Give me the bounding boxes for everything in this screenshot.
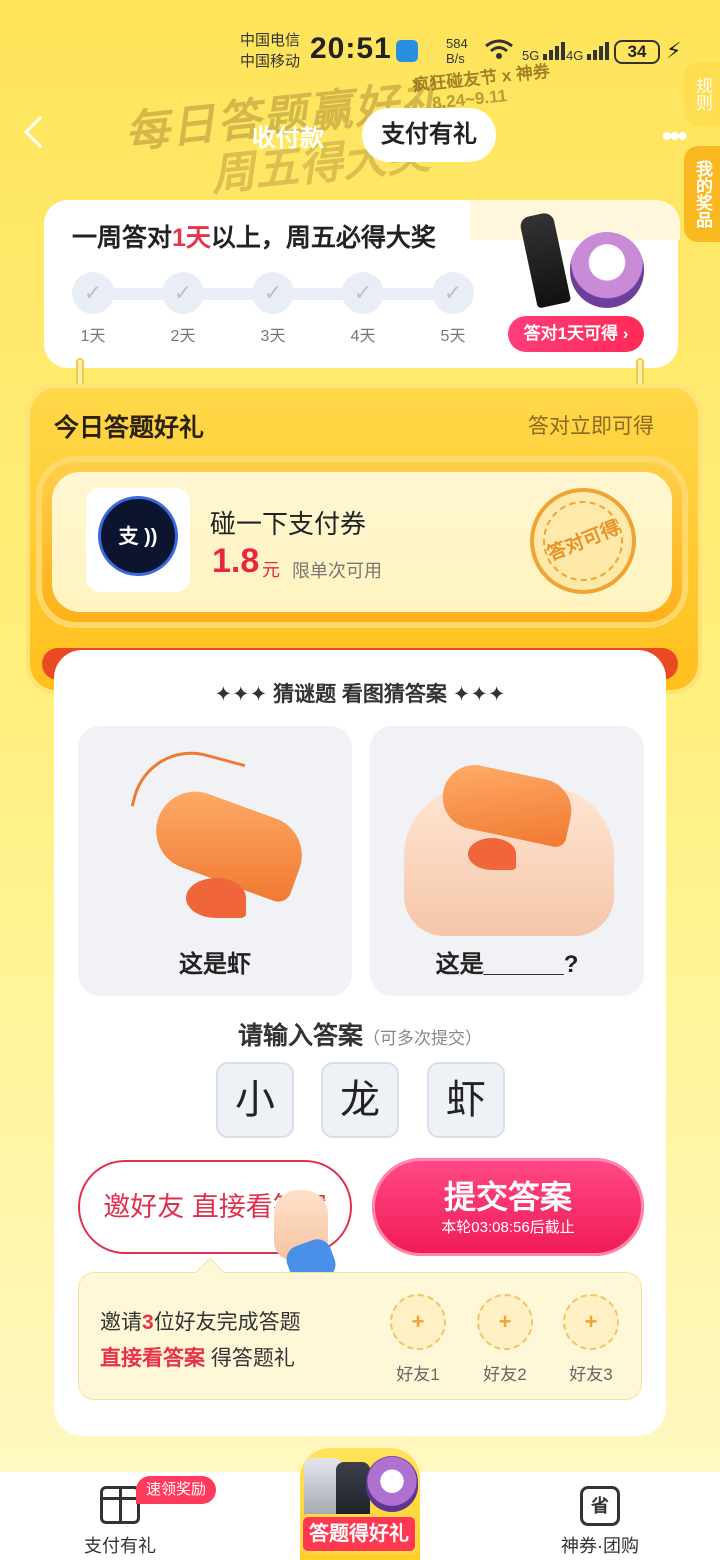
net-speed-value: 584: [446, 36, 468, 51]
week-title-highlight: 1天: [172, 224, 211, 252]
back-button[interactable]: [18, 112, 58, 156]
nav-coupon-group[interactable]: 神券·团购: [540, 1532, 660, 1558]
signal-4g-icon: 4G: [566, 40, 609, 63]
quiz-caption-left: 这是虾: [179, 951, 251, 978]
week-card-tab: [470, 200, 680, 240]
coupon-icon[interactable]: 省: [580, 1486, 620, 1526]
alipay-tap-icon: 支 )): [98, 496, 178, 576]
charging-icon: ⚡: [666, 38, 682, 63]
my-prizes-button[interactable]: 我的奖品: [684, 146, 720, 242]
nav-badge: 速领奖励: [136, 1476, 217, 1504]
answer-char-2[interactable]: 龙: [321, 1062, 399, 1138]
submit-deadline: 本轮03:08:56后截止: [441, 1219, 575, 1236]
friend-label-3: 好友3: [569, 1365, 613, 1384]
more-button[interactable]: •••: [662, 120, 687, 152]
friend-slot-3[interactable]: +: [563, 1294, 619, 1350]
coupon-limit: 限单次可用: [292, 561, 382, 581]
quiz-caption-right: 这是______?: [435, 951, 579, 978]
shrimp-antenna: [130, 738, 246, 832]
carrier-labels: 中国电信 中国移动: [240, 30, 300, 72]
day-1-label: 1天: [80, 328, 106, 345]
gift-icon[interactable]: [100, 1486, 140, 1524]
shrimp-in-hands-tail: [468, 838, 516, 870]
carrier-2: 中国移动: [240, 53, 301, 70]
friend-label-1: 好友1: [396, 1365, 440, 1384]
day-4-label: 4天: [350, 328, 376, 345]
answer-char-3[interactable]: 虾: [427, 1062, 505, 1138]
day-2-check-icon: ✓: [162, 272, 204, 314]
net-speed: 584 B/s: [446, 36, 468, 66]
invite-line-2-suffix: 得答题礼: [205, 1347, 295, 1370]
invite-line-2: 直接看答案 得答题礼: [100, 1342, 295, 1372]
day-2-label: 2天: [170, 328, 196, 345]
friend-label-2: 好友2: [483, 1365, 527, 1384]
reward-title: 今日答题好礼: [54, 414, 205, 442]
invite-count: 3: [142, 1311, 154, 1334]
day-5-label: 5天: [440, 328, 466, 345]
day-3-check-icon: ✓: [252, 272, 294, 314]
prize-tag-button[interactable]: 答对1天可得 ›: [508, 316, 644, 352]
week-title-suffix: 以上，周五必得大奖: [210, 224, 436, 252]
submit-answer-label: 提交答案: [443, 1179, 572, 1215]
rules-button[interactable]: 规则: [684, 62, 720, 126]
status-bar: 中国电信 中国移动 20:51 584 B/s 5G 4G 34 ⚡: [0, 0, 720, 76]
shrimp-tail-icon: [186, 878, 246, 918]
tab-pay[interactable]: 收付款: [252, 118, 324, 153]
coupon-name: 碰一下支付券: [210, 509, 367, 539]
day-3-label: 3天: [260, 328, 286, 345]
day-4-check-icon: ✓: [342, 272, 384, 314]
carrier-1: 中国电信: [240, 32, 301, 49]
quiz-header: ✦✦✦ 猜谜题 看图猜答案 ✦✦✦: [214, 683, 506, 706]
kuromi-prize-image: [570, 232, 644, 308]
invite-line-1-suffix: 位好友完成答题: [153, 1311, 301, 1334]
more-dots-icon: •••: [662, 120, 687, 151]
invite-line-1-prefix: 邀请: [100, 1311, 142, 1334]
nav-pay-gift[interactable]: 支付有礼: [60, 1532, 180, 1558]
day-5-check-icon: ✓: [432, 272, 474, 314]
invite-line-2-highlight: 直接看答案: [100, 1347, 205, 1370]
doll-prize-image: [366, 1456, 418, 1512]
coupon-unit: 元: [262, 560, 280, 580]
answer-prompt: 请输入答案（可多次提交）: [54, 1016, 666, 1052]
net-speed-unit: B/s: [446, 51, 465, 66]
chevron-left-icon: [23, 116, 42, 148]
notification-app-icon: [396, 40, 418, 62]
coupon-amount: 1.8: [212, 542, 260, 580]
answer-prompt-label: 请输入答案: [237, 1022, 363, 1050]
answer-prompt-hint: （可多次提交）: [363, 1029, 482, 1048]
invite-line-1: 邀请3位好友完成答题: [100, 1306, 301, 1336]
friend-slot-1[interactable]: +: [390, 1294, 446, 1350]
answer-char-1[interactable]: 小: [216, 1062, 294, 1138]
alipay-logo-text: 支: [118, 526, 139, 548]
friend-slot-2[interactable]: +: [477, 1294, 533, 1350]
day-1-check-icon: ✓: [72, 272, 114, 314]
nav-quiz-gift[interactable]: 答题得好礼: [300, 1514, 418, 1554]
battery-icon: 34: [614, 40, 660, 64]
week-title-prefix: 一周答对: [72, 224, 173, 252]
tab-gift[interactable]: 支付有礼: [362, 108, 496, 162]
signal-4g-label: 4G: [566, 48, 584, 63]
status-clock: 20:51: [310, 32, 392, 65]
week-title: 一周答对1天以上，周五必得大奖: [72, 218, 436, 254]
reward-subtitle: 答对立即可得: [528, 415, 654, 438]
